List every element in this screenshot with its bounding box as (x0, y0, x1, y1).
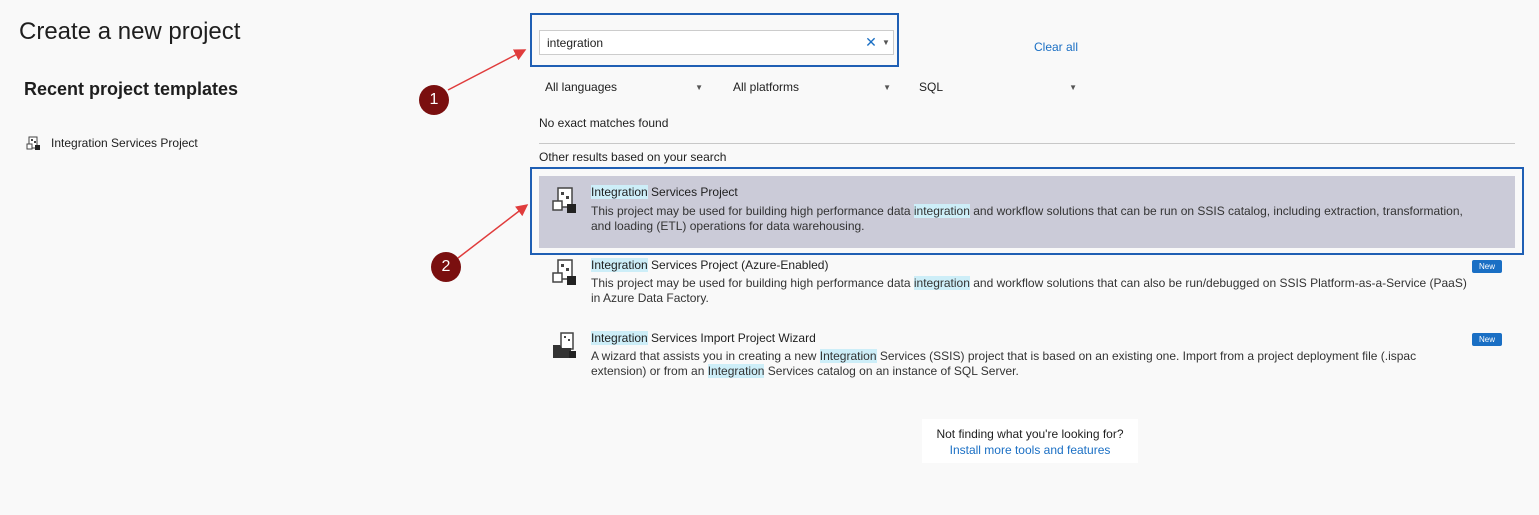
callout-badge-1: 1 (419, 85, 449, 115)
not-finding-text: Not finding what you're looking for? (936, 427, 1124, 441)
callout-arrow-2 (457, 204, 529, 259)
callout-badge-2: 2 (431, 252, 461, 282)
callout-arrow-1 (447, 49, 527, 91)
not-finding-box: Not finding what you're looking for? Ins… (922, 419, 1138, 463)
install-tools-link[interactable]: Install more tools and features (922, 443, 1138, 457)
callout-arrows (447, 49, 529, 259)
